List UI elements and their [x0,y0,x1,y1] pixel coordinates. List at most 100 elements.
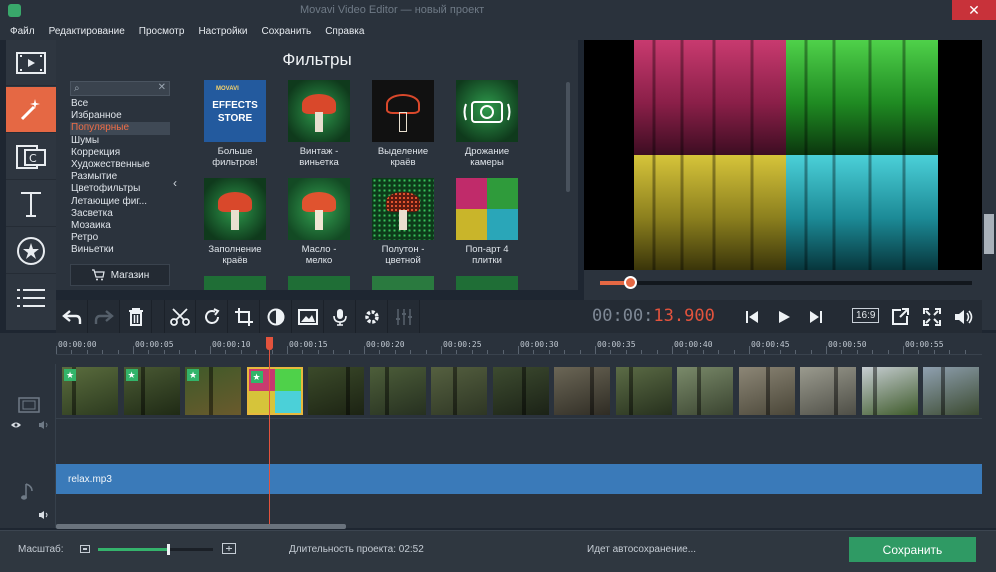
video-clip[interactable]: ★ [62,367,118,415]
category-item[interactable]: Размытие [70,171,170,183]
store-button[interactable]: Магазин [70,264,170,286]
category-item[interactable]: Летающие фиг... [70,196,170,208]
video-clip[interactable] [861,367,918,415]
video-clip[interactable] [738,367,795,415]
category-item[interactable]: Шумы [70,135,170,147]
color-adjust-button[interactable] [260,300,292,333]
stickers-button[interactable] [6,228,56,274]
filter-tile[interactable]: Дрожание камеры [448,80,526,168]
filter-tile[interactable]: MOVAVI EFFECTS STORE Больше фильтров! [196,80,274,168]
category-item[interactable]: Цветофильтры [70,183,170,195]
timeline-scrollbar[interactable] [56,524,346,529]
menu-settings[interactable]: Настройки [198,26,247,37]
undo-button[interactable] [56,300,88,333]
previous-button[interactable] [736,300,768,333]
image-button[interactable] [292,300,324,333]
menu-file[interactable]: Файл [10,26,35,37]
ruler-tick [533,350,535,354]
transitions-button[interactable]: C [6,134,56,180]
more-tools-button[interactable] [6,275,56,321]
video-clip[interactable]: ★ [123,367,180,415]
rotate-button[interactable] [196,300,228,333]
play-button[interactable] [768,300,800,333]
close-button[interactable]: ✕ [952,0,996,20]
video-clip[interactable] [615,367,672,415]
filter-tile[interactable]: Полутон - цветной [364,178,442,266]
filter-search-input[interactable] [71,85,149,99]
player-controls: 00:00:13.900 16:9 [584,300,982,333]
video-clip[interactable] [800,367,856,415]
ruler-tick-label: 00:00:05 [135,340,174,349]
collapse-list-icon[interactable]: ‹ [173,176,177,190]
ruler-tick [856,350,858,354]
save-button[interactable]: Сохранить [849,537,976,562]
menu-export[interactable]: Сохранить [262,26,312,37]
filter-tile[interactable]: Винтаж - виньетка [280,80,358,168]
video-clip[interactable] [308,367,364,415]
titles-button[interactable] [6,181,56,227]
cut-button[interactable] [164,300,196,333]
fullscreen-button[interactable] [916,300,948,333]
seek-handle[interactable] [623,276,637,289]
video-clip[interactable] [431,367,487,415]
category-item[interactable]: Ретро [70,232,170,244]
menu-edit[interactable]: Редактирование [49,26,125,37]
delete-button[interactable] [120,300,152,333]
volume-button[interactable] [948,300,980,333]
seek-bar[interactable] [584,270,982,300]
filter-search: ⌕ ✕ [70,81,170,99]
audio-clip[interactable]: relax.mp3 [56,464,982,494]
menu-help[interactable]: Справка [325,26,364,37]
video-clip[interactable] [923,367,979,415]
menu-view[interactable]: Просмотр [139,26,185,37]
audio-volume-icon[interactable] [38,510,50,520]
filter-tile[interactable]: Масло - мелко [280,178,358,266]
category-item[interactable]: Коррекция [70,147,170,159]
clear-search-icon[interactable]: ✕ [158,82,166,93]
equalizer-button[interactable] [388,300,420,333]
video-clip[interactable] [677,367,733,415]
video-clip[interactable] [369,367,426,415]
title-bar: Movavi Video Editor — новый проект ✕ [0,0,996,22]
filter-tile[interactable]: Поп-арт 4 плитки [448,178,526,266]
overlay-track[interactable] [56,418,982,464]
next-button[interactable] [800,300,832,333]
ruler-tick [487,350,489,354]
popout-button[interactable] [884,300,916,333]
category-item[interactable]: Виньетки [70,244,170,256]
category-item[interactable]: Все [70,98,170,110]
visibility-eye-icon[interactable] [10,421,22,429]
video-clip[interactable] [554,367,610,415]
right-scrollbar[interactable] [984,214,994,254]
video-mute-icon[interactable] [38,420,50,430]
filter-tile[interactable]: Заполнение краёв [196,178,274,266]
category-item[interactable]: Избранное [70,110,170,122]
zoom-in-icon[interactable] [222,543,236,554]
category-item[interactable]: Засветка [70,208,170,220]
filter-tile[interactable]: Выделение краёв [364,80,442,168]
time-ruler[interactable]: 00:00:00 00:00:05 00:00:10 00:00:15 00:00:20… [56,338,982,355]
category-item[interactable]: Мозаика [70,220,170,232]
zoom-slider[interactable] [98,544,213,555]
zoom-handle[interactable] [167,544,170,555]
music-note-icon [21,483,33,500]
filters-button[interactable] [6,87,56,133]
filter-scrollbar[interactable] [566,82,570,192]
seek-track[interactable] [600,276,972,289]
video-clip[interactable]: ★ [185,367,241,415]
zoom-out-icon[interactable] [80,545,90,553]
voiceover-button[interactable] [324,300,356,333]
ruler-tick [225,350,227,354]
category-item[interactable]: Популярные [70,122,170,135]
video-clip[interactable]: ★ [246,367,303,415]
status-bar: Масштаб: Длительность проекта: 02:52 Иде… [0,530,996,572]
aspect-ratio-button[interactable]: 16:9 [852,308,880,323]
playhead-handle[interactable] [266,337,273,350]
ruler-tick [702,350,704,354]
category-item[interactable]: Художественные [70,159,170,171]
import-button[interactable] [6,40,56,86]
video-clip[interactable] [492,367,549,415]
settings-button[interactable] [356,300,388,333]
redo-button[interactable] [88,300,120,333]
crop-button[interactable] [228,300,260,333]
